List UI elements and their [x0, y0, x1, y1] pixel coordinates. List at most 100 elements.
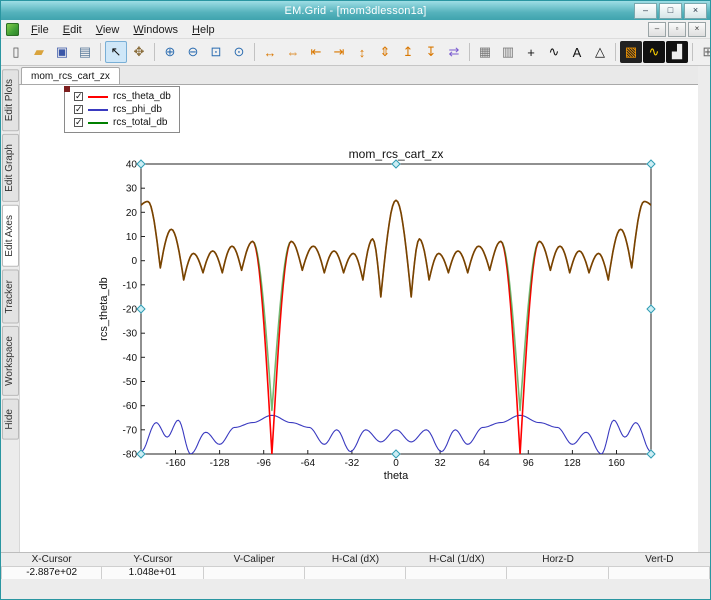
- status-col-5: Horz-D: [507, 554, 608, 565]
- mdi-close-button[interactable]: ×: [688, 22, 706, 37]
- shift-y-down-icon[interactable]: ↧: [420, 41, 442, 63]
- status-col-1: Y-Cursor: [102, 554, 203, 565]
- menu-help[interactable]: Help: [185, 23, 222, 37]
- mdi-window-controls: –▫×: [648, 22, 706, 37]
- legend-label: rcs_theta_db: [113, 91, 171, 102]
- legend-panel[interactable]: ✓ rcs_theta_db ✓ rcs_phi_db ✓ rcs_total_db: [64, 86, 180, 133]
- x-tick-label: 160: [608, 458, 625, 469]
- chart-title: mom_rcs_cart_zx: [141, 147, 651, 161]
- sidebar-tabs: Edit Plots Edit Graph Edit Axes Tracker Work…: [1, 66, 19, 552]
- legend-item-rcs_theta_db[interactable]: ✓ rcs_theta_db: [68, 90, 171, 103]
- x-tick-label: 64: [479, 458, 491, 469]
- status-col-2: V-Caliper: [204, 554, 305, 565]
- x-tick-label: 32: [435, 458, 447, 469]
- legend-item-rcs_total_db[interactable]: ✓ rcs_total_db: [68, 116, 171, 129]
- x-tick-label: 128: [564, 458, 581, 469]
- scroll-x-icon[interactable]: ↔: [259, 41, 281, 63]
- select-cursor-icon[interactable]: ↖: [105, 41, 127, 63]
- swap-axes-icon[interactable]: ⇄: [443, 41, 465, 63]
- y-tick-label: -40: [123, 353, 138, 364]
- new-file-icon[interactable]: ▯: [5, 41, 27, 63]
- y-tick-label: -50: [123, 377, 138, 388]
- menu-items: FileEditViewWindowsHelp: [24, 20, 222, 38]
- status-val-1: 1.048e+01: [102, 566, 203, 580]
- zoom-reset-icon[interactable]: ⊙: [228, 41, 250, 63]
- sidebar-tab-tracker[interactable]: Tracker: [2, 270, 19, 324]
- legend-label: rcs_total_db: [113, 117, 167, 128]
- y-tick-label: 0: [131, 256, 137, 267]
- document-tabstrip: mom_rcs_cart_zx: [19, 66, 698, 85]
- x-tick-label: 96: [523, 458, 535, 469]
- legend-grip[interactable]: [64, 86, 70, 92]
- checkbox-rcs_theta_db[interactable]: ✓: [74, 92, 83, 101]
- compress-x-left-icon[interactable]: ⇤: [305, 41, 327, 63]
- zoom-out-icon[interactable]: ⊖: [182, 41, 204, 63]
- print-icon[interactable]: ▤: [74, 41, 96, 63]
- checkbox-rcs_phi_db[interactable]: ✓: [74, 105, 83, 114]
- sidebar-tab-edit-axes[interactable]: Edit Axes: [2, 205, 19, 267]
- x-tick-label: -160: [165, 458, 185, 469]
- add-shape-icon[interactable]: △: [589, 41, 611, 63]
- frame-icon[interactable]: ▥: [497, 41, 519, 63]
- mdi-minimize-button[interactable]: –: [648, 22, 666, 37]
- zoom-in-icon[interactable]: ⊕: [159, 41, 181, 63]
- shift-y-up-icon[interactable]: ↥: [397, 41, 419, 63]
- title-bar[interactable]: EM.Grid - [mom3dlesson1a] –□×: [1, 1, 710, 20]
- scope-bars-icon[interactable]: ▟: [666, 41, 688, 63]
- x-tick-label: -96: [256, 458, 271, 469]
- y-tick-label: 20: [126, 208, 138, 219]
- sidebar-tab-edit-graph[interactable]: Edit Graph: [2, 134, 19, 202]
- mdi-restore-button[interactable]: ▫: [668, 22, 686, 37]
- menu-view[interactable]: View: [89, 23, 127, 37]
- chart-area[interactable]: -160-128-96-64-320326496128160403020100-…: [19, 85, 698, 552]
- status-val-6: [609, 566, 710, 580]
- y-tick-label: 30: [126, 184, 138, 195]
- toolbar-separator: [254, 43, 255, 61]
- main-area: Edit Plots Edit Graph Edit Axes Tracker Work…: [1, 66, 710, 552]
- axes-box-icon[interactable]: ⊞: [697, 41, 711, 63]
- expand-y-icon[interactable]: ⇕: [374, 41, 396, 63]
- add-marker-icon[interactable]: +: [520, 41, 542, 63]
- y-tick-label: -20: [123, 305, 138, 316]
- pan-hand-icon[interactable]: ✥: [128, 41, 150, 63]
- menu-bar: FileEditViewWindowsHelp –▫×: [1, 20, 710, 39]
- add-curve-icon[interactable]: ∿: [543, 41, 565, 63]
- app-icon[interactable]: [6, 23, 19, 36]
- maximize-button[interactable]: □: [659, 3, 682, 19]
- scope-trace-icon[interactable]: ∿: [643, 41, 665, 63]
- status-col-3: H-Cal (dX): [305, 554, 406, 565]
- menu-windows[interactable]: Windows: [126, 23, 185, 37]
- status-col-4: H-Cal (1/dX): [406, 554, 507, 565]
- save-icon[interactable]: ▣: [51, 41, 73, 63]
- menu-edit[interactable]: Edit: [56, 23, 89, 37]
- sidebar-tab-workspace[interactable]: Workspace: [2, 326, 19, 396]
- plot-frame[interactable]: [141, 164, 651, 454]
- y-axis-label: rcs_theta_db: [98, 273, 110, 345]
- legend-label: rcs_phi_db: [113, 104, 162, 115]
- status-bar: X-CursorY-CursorV-CaliperH-Cal (dX)H-Cal…: [1, 552, 710, 579]
- legend-item-rcs_phi_db[interactable]: ✓ rcs_phi_db: [68, 103, 171, 116]
- open-folder-icon[interactable]: ▰: [28, 41, 50, 63]
- colormap-icon[interactable]: ▧: [620, 41, 642, 63]
- add-text-icon[interactable]: A: [566, 41, 588, 63]
- status-value-row: -2.887e+021.048e+01: [1, 566, 710, 579]
- x-tick-label: -64: [301, 458, 316, 469]
- app-window: EM.Grid - [mom3dlesson1a] –□× FileEditVi…: [0, 0, 711, 600]
- sidebar-tab-edit-plots[interactable]: Edit Plots: [2, 69, 19, 131]
- y-tick-label: -60: [123, 401, 138, 412]
- status-col-6: Vert-D: [609, 554, 710, 565]
- grid-icon[interactable]: ▦: [474, 41, 496, 63]
- sidebar-tab-hide[interactable]: Hide: [2, 399, 19, 440]
- close-button[interactable]: ×: [684, 3, 707, 19]
- zoom-window-icon[interactable]: ⊡: [205, 41, 227, 63]
- minimize-button[interactable]: –: [634, 3, 657, 19]
- bottom-strip: [1, 579, 710, 599]
- tab-mom-rcs-cart-zx[interactable]: mom_rcs_cart_zx: [21, 67, 120, 84]
- expand-x-icon[interactable]: ⇔: [282, 41, 304, 63]
- menu-file[interactable]: File: [24, 23, 56, 37]
- compress-x-right-icon[interactable]: ⇥: [328, 41, 350, 63]
- status-val-2: [204, 566, 305, 580]
- scroll-y-icon[interactable]: ↕: [351, 41, 373, 63]
- status-col-0: X-Cursor: [1, 554, 102, 565]
- checkbox-rcs_total_db[interactable]: ✓: [74, 118, 83, 127]
